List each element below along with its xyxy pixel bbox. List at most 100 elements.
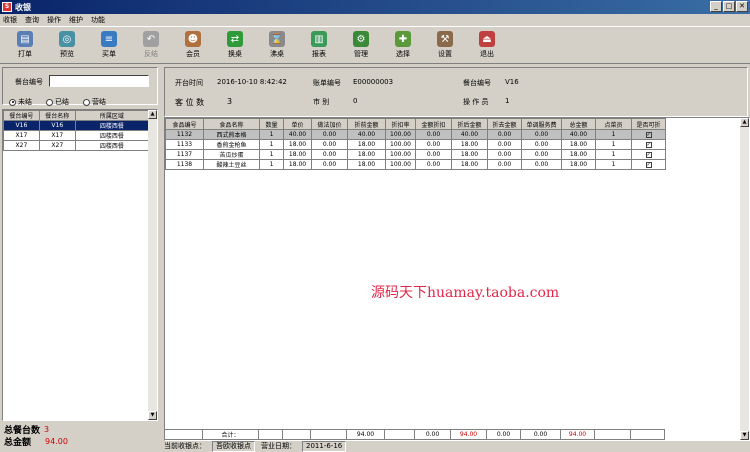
order-cell: ✓ — [631, 129, 666, 140]
toolbar-button-7[interactable]: ▥ 报表 — [298, 27, 340, 63]
order-cell: 1 — [259, 129, 284, 140]
toolbar: ▤ 打单 ◎ 预览 ≡ 买单 ↶ 反结 ☻ 会员 ⇄ 换桌 ⌛ 沸桌 ▥ 报表 ⚙ 管理 ✚ 选择 ⚒ 设置 ⏏ 退出 — [0, 26, 750, 64]
table-no-input[interactable] — [49, 75, 149, 87]
scroll-down-icon[interactable]: ▼ — [148, 411, 157, 420]
toolbar-button-2[interactable]: ≡ 买单 — [88, 27, 130, 63]
toolbar-button-6[interactable]: ⌛ 沸桌 — [256, 27, 298, 63]
total-amount-value: 94.00 — [45, 436, 68, 446]
column-header[interactable]: 做法加价 — [311, 118, 348, 130]
total-cell — [310, 429, 347, 440]
total-cell — [164, 429, 203, 440]
toolbar-button-4[interactable]: ☻ 会员 — [172, 27, 214, 63]
order-cell: 18.00 — [451, 149, 488, 160]
toolbar-button-11[interactable]: ⏏ 退出 — [466, 27, 508, 63]
toolbar-label: 管理 — [354, 50, 368, 58]
scroll-down-icon[interactable]: ▼ — [740, 431, 749, 440]
table-row[interactable]: X27 X27 四楼西餐 — [3, 140, 150, 151]
toolbar-button-5[interactable]: ⇄ 换桌 — [214, 27, 256, 63]
order-cell: 0.00 — [521, 139, 562, 150]
column-header[interactable]: 餐台编号 — [3, 110, 40, 121]
column-header[interactable]: 折前金额 — [347, 118, 386, 130]
order-cell: 100.00 — [385, 149, 416, 160]
column-header[interactable]: 食品名称 — [203, 118, 260, 130]
status-radio-1[interactable]: 已结 — [46, 97, 69, 107]
column-header[interactable]: 所属区域 — [74, 110, 150, 121]
status-radio-2[interactable]: 营结 — [83, 97, 106, 107]
table-filter-box: 餐台编号 未结 已结 营结 — [2, 67, 158, 107]
column-header[interactable]: 单价 — [283, 118, 312, 130]
order-cell: 40.00 — [561, 129, 596, 140]
column-header[interactable]: 数量 — [259, 118, 284, 130]
discountable-checkbox[interactable]: ✓ — [645, 152, 652, 158]
minimize-button[interactable]: _ — [710, 1, 722, 12]
maximize-button[interactable]: □ — [723, 1, 735, 12]
order-row[interactable]: 1132 西式煎本格 1 40.00 0.00 40.00 100.00 0.00 40.00 0… — [165, 129, 666, 140]
radio-label: 已结 — [55, 98, 69, 106]
table-cell: X17 — [38, 130, 76, 141]
table-row[interactable]: V16 V16 四楼西餐 — [3, 120, 150, 131]
order-grid-scrollbar[interactable]: ▲ ▼ — [740, 118, 749, 440]
column-header[interactable]: 餐台名称 — [38, 110, 76, 121]
table-list-scrollbar[interactable]: ▲ ▼ — [148, 110, 157, 420]
menu-function[interactable]: 功能 — [91, 15, 105, 25]
table-row[interactable]: X17 X17 四楼西餐 — [3, 130, 150, 141]
order-row[interactable]: 1138 酸辣土豆丝 1 18.00 0.00 18.00 100.00 0.00 18.00 0… — [165, 159, 666, 170]
toolbar-button-10[interactable]: ⚒ 设置 — [424, 27, 466, 63]
order-row[interactable]: 1133 香煎金枪鱼 1 18.00 0.00 18.00 100.00 0.00 18.00 0… — [165, 139, 666, 150]
window-title: 收银 — [15, 2, 31, 12]
status-radio-0[interactable]: 未结 — [9, 97, 32, 107]
menu-query[interactable]: 查询 — [25, 15, 39, 25]
column-header[interactable]: 点菜员 — [595, 118, 632, 130]
order-cell: 40.00 — [451, 129, 488, 140]
column-header[interactable]: 是否可折 — [631, 118, 666, 130]
column-header[interactable]: 折扣率 — [385, 118, 416, 130]
column-header[interactable]: 食品编号 — [165, 118, 204, 130]
total-cell: 合计： — [202, 429, 259, 440]
column-header[interactable]: 折去金额 — [487, 118, 522, 130]
order-cell: 西式煎本格 — [203, 129, 260, 140]
column-header[interactable]: 总金额 — [561, 118, 596, 130]
table-no-info-value: V16 — [505, 78, 519, 86]
column-header[interactable]: 折后金额 — [451, 118, 488, 130]
order-cell: 18.00 — [561, 149, 596, 160]
toolbar-button-3[interactable]: ↶ 反结 — [130, 27, 172, 63]
menu-operation[interactable]: 操作 — [47, 15, 61, 25]
order-cell: 1132 — [165, 129, 204, 140]
toolbar-label: 选择 — [396, 50, 410, 58]
menu-maintain[interactable]: 维护 — [69, 15, 83, 25]
order-cell: 0.00 — [521, 159, 562, 170]
radio-dot-icon[interactable] — [83, 98, 90, 106]
toolbar-button-9[interactable]: ✚ 选择 — [382, 27, 424, 63]
total-cell: 94.00 — [450, 429, 487, 440]
radio-dot-icon[interactable] — [46, 98, 53, 106]
open-time-value: 2016-10-10 8:42:42 — [217, 78, 287, 86]
column-header[interactable]: 金额折扣 — [415, 118, 452, 130]
order-cell: 0.00 — [311, 139, 348, 150]
order-cell: 1 — [259, 149, 284, 160]
total-cell — [258, 429, 283, 440]
order-cell: 18.00 — [347, 139, 386, 150]
toolbar-button-0[interactable]: ▤ 打单 — [4, 27, 46, 63]
close-button[interactable]: ✕ — [736, 1, 748, 12]
scroll-up-icon[interactable]: ▲ — [740, 118, 749, 127]
menu-cashier[interactable]: 收银 — [3, 15, 17, 25]
table-list[interactable]: 餐台编号 餐台名称 所属区域 V16 V16 四楼西餐 X17 X17 四楼西餐 X27 X27 四… — [2, 109, 158, 421]
column-header[interactable]: 单调服务费 — [521, 118, 562, 130]
discountable-checkbox[interactable]: ✓ — [645, 142, 652, 148]
discountable-checkbox[interactable]: ✓ — [645, 162, 652, 168]
table-cell: 四楼西餐 — [74, 140, 150, 151]
radio-dot-icon[interactable] — [9, 98, 16, 106]
discountable-checkbox[interactable]: ✓ — [645, 132, 652, 138]
order-cell: 1138 — [165, 159, 204, 170]
toolbar-button-1[interactable]: ◎ 预览 — [46, 27, 88, 63]
order-row[interactable]: 1137 苦瓜炒蛋 1 18.00 0.00 18.00 100.00 0.00 18.00 0.… — [165, 149, 666, 160]
order-cell: 18.00 — [283, 139, 312, 150]
toolbar-label: 沸桌 — [270, 50, 284, 58]
scroll-up-icon[interactable]: ▲ — [148, 110, 157, 119]
toolbar-button-8[interactable]: ⚙ 管理 — [340, 27, 382, 63]
order-cell: 0.00 — [415, 159, 452, 170]
table-no-info-label: 餐台编号 — [463, 79, 491, 87]
bill-panel: 开台时间 2016-10-10 8:42:42 账单编号 E00000003 餐… — [162, 65, 750, 452]
toolbar-label: 买单 — [102, 50, 116, 58]
order-grid[interactable]: 食品编号 食品名称 数量 单价 做法加价 折前金额 折扣率 金额折扣 折后金额 折去金额 单调服务费… — [164, 117, 750, 441]
